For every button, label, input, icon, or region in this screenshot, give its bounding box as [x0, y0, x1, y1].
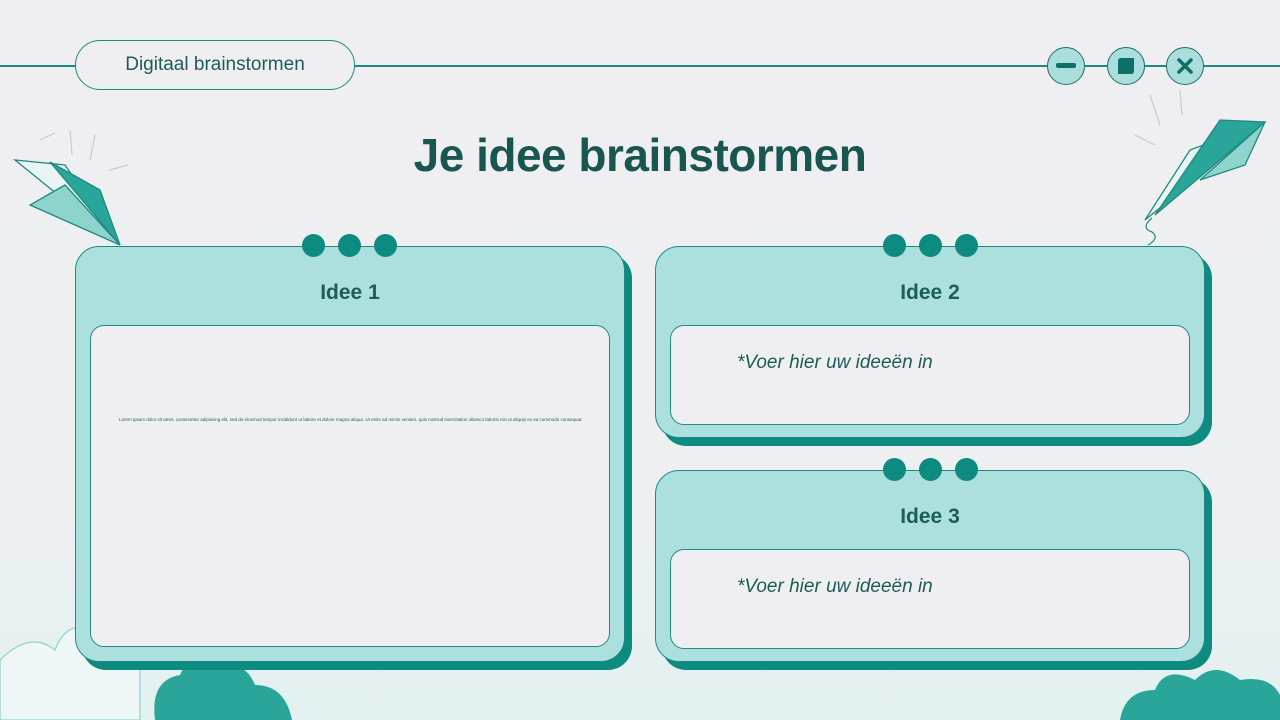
idea-card-3: Idee 3 *Voer hier uw ideeën in: [655, 470, 1205, 662]
card-2-dots: [883, 234, 978, 257]
window-tab-label: Digitaal brainstormen: [125, 54, 305, 75]
card-3-input[interactable]: *Voer hier uw ideeën in: [670, 549, 1190, 649]
card-3-dots: [883, 458, 978, 481]
idea-card-1: Idee 1 Lorem ipsum dolor sit amet, conse…: [75, 246, 625, 662]
card-2-title: Idee 2: [900, 281, 960, 304]
card-3-title: Idee 3: [900, 505, 960, 528]
card-1-dots: [302, 234, 397, 257]
minus-icon: [1056, 63, 1076, 68]
page-title: Je idee brainstormen: [413, 129, 867, 181]
x-icon: [1177, 58, 1193, 74]
idea-card-2: Idee 2 *Voer hier uw ideeën in: [655, 246, 1205, 438]
card-3-placeholder: *Voer hier uw ideeën in: [737, 576, 933, 597]
card-1-title: Idee 1: [320, 281, 380, 304]
minimize-button[interactable]: [1047, 47, 1085, 85]
close-button[interactable]: [1166, 47, 1204, 85]
window-tab[interactable]: Digitaal brainstormen: [75, 40, 355, 90]
square-icon: [1118, 58, 1134, 74]
card-1-body-text: Lorem ipsum dolor sit amet, consectetur …: [119, 417, 583, 422]
maximize-button[interactable]: [1107, 47, 1145, 85]
card-1-text-area[interactable]: Lorem ipsum dolor sit amet, consectetur …: [90, 325, 610, 647]
paper-plane-right-icon: [1134, 90, 1267, 246]
card-2-input[interactable]: *Voer hier uw ideeën in: [670, 325, 1190, 425]
card-2-placeholder: *Voer hier uw ideeën in: [737, 352, 933, 373]
paper-plane-left-icon: [12, 129, 129, 246]
